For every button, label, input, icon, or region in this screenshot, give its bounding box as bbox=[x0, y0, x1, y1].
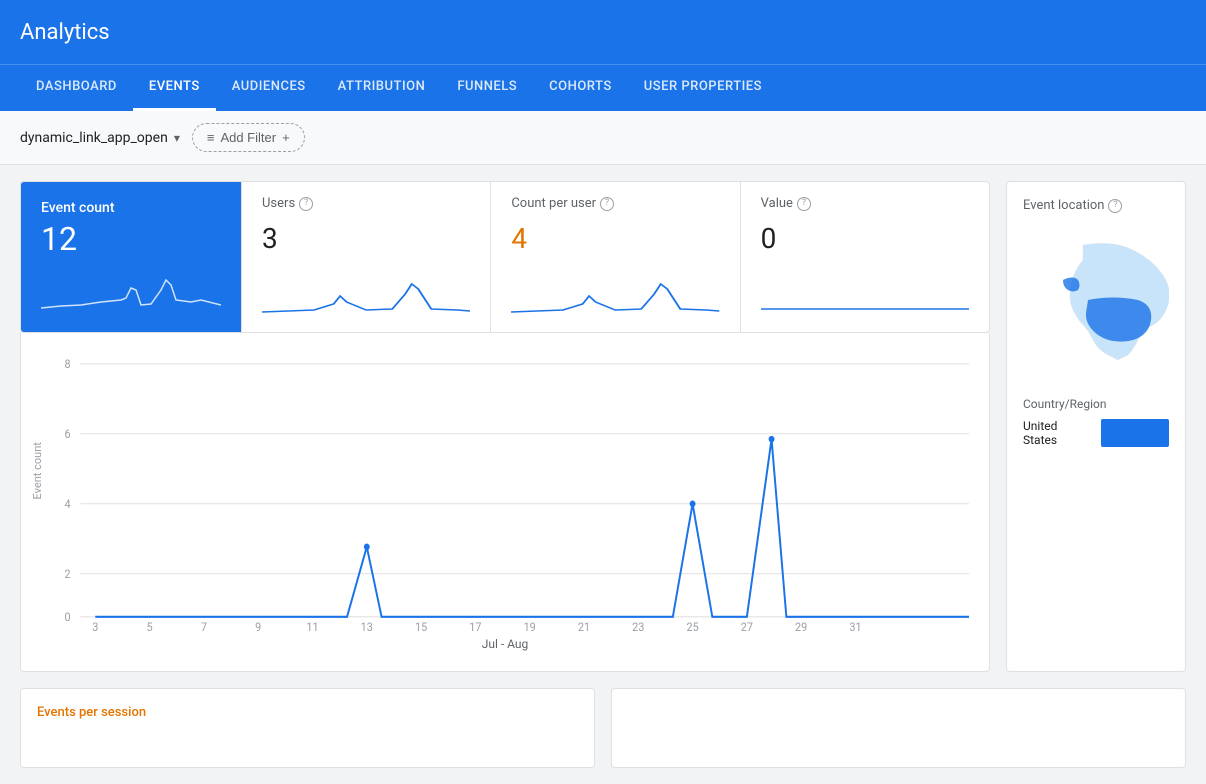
count-per-user-info-icon[interactable]: ? bbox=[600, 197, 614, 211]
chart-area: Event count 8 6 4 2 0 3 5 bbox=[41, 353, 969, 633]
country-region-label: Country/Region bbox=[1023, 397, 1169, 411]
svg-text:25: 25 bbox=[686, 619, 698, 633]
chevron-down-icon: ▾ bbox=[174, 131, 180, 145]
metrics-row: Event count 12 Users ? 3 bbox=[20, 181, 990, 333]
svg-text:4: 4 bbox=[65, 497, 72, 512]
nav-cohorts[interactable]: COHORTS bbox=[533, 65, 628, 111]
count-per-user-label: Count per user ? bbox=[511, 196, 719, 211]
svg-text:29: 29 bbox=[795, 619, 807, 633]
svg-text:2: 2 bbox=[65, 567, 71, 582]
event-location-info-icon[interactable]: ? bbox=[1108, 199, 1122, 213]
main-content: Event count 12 Users ? 3 bbox=[0, 165, 1206, 688]
bottom-panel: Events per session bbox=[0, 688, 1206, 784]
map-placeholder bbox=[1023, 225, 1169, 385]
nav-funnels[interactable]: FUNNELS bbox=[441, 65, 533, 111]
event-count-value: 12 bbox=[41, 220, 221, 258]
count-per-user-sparkline bbox=[511, 274, 719, 318]
svg-text:9: 9 bbox=[255, 619, 261, 633]
svg-text:17: 17 bbox=[469, 619, 481, 633]
plus-icon: + bbox=[282, 130, 290, 145]
svg-text:31: 31 bbox=[849, 619, 861, 633]
nav-audiences[interactable]: AUDIENCES bbox=[216, 65, 322, 111]
event-count-label: Event count bbox=[41, 200, 221, 216]
filter-bar: dynamic_link_app_open ▾ ≡ Add Filter + bbox=[0, 111, 1206, 165]
nav-user-properties[interactable]: USER PROPERTIES bbox=[628, 65, 778, 111]
header: Analytics bbox=[0, 0, 1206, 64]
country-bar-row: United States bbox=[1023, 419, 1169, 447]
events-per-session-card: Events per session bbox=[20, 688, 595, 768]
svg-text:19: 19 bbox=[524, 619, 536, 633]
users-sparkline bbox=[262, 274, 470, 318]
count-per-user-card: Count per user ? 4 bbox=[490, 182, 739, 332]
svg-text:13: 13 bbox=[361, 619, 373, 633]
svg-text:3: 3 bbox=[92, 619, 98, 633]
event-count-card: Event count 12 bbox=[21, 182, 241, 332]
main-nav: DASHBOARD EVENTS AUDIENCES ATTRIBUTION F… bbox=[0, 64, 1206, 111]
count-per-user-value: 4 bbox=[511, 222, 719, 255]
event-count-sparkline bbox=[41, 270, 221, 314]
event-selector[interactable]: dynamic_link_app_open ▾ bbox=[20, 130, 180, 146]
events-per-session-label: Events per session bbox=[37, 705, 578, 720]
value-value: 0 bbox=[761, 222, 969, 255]
left-panel: Event count 12 Users ? 3 bbox=[20, 181, 990, 672]
y-axis-label: Event count bbox=[31, 442, 44, 499]
nav-dashboard[interactable]: DASHBOARD bbox=[20, 65, 133, 111]
svg-text:21: 21 bbox=[578, 619, 590, 633]
nav-attribution[interactable]: ATTRIBUTION bbox=[322, 65, 442, 111]
svg-text:6: 6 bbox=[65, 427, 71, 442]
value-sparkline bbox=[761, 274, 969, 318]
add-filter-label: Add Filter bbox=[220, 130, 276, 145]
svg-text:27: 27 bbox=[741, 619, 753, 633]
svg-text:7: 7 bbox=[201, 619, 207, 633]
nav-events[interactable]: EVENTS bbox=[133, 65, 216, 111]
users-label: Users ? bbox=[262, 196, 470, 211]
users-value: 3 bbox=[262, 222, 470, 255]
country-bar bbox=[1101, 419, 1169, 447]
users-info-icon[interactable]: ? bbox=[299, 197, 313, 211]
users-card: Users ? 3 bbox=[241, 182, 490, 332]
svg-text:23: 23 bbox=[632, 619, 644, 633]
svg-text:11: 11 bbox=[306, 619, 318, 633]
app-title: Analytics bbox=[20, 20, 110, 45]
event-location-title: Event location ? bbox=[1023, 198, 1169, 213]
event-name: dynamic_link_app_open bbox=[20, 130, 168, 146]
right-panel: Event location ? Country/Region United S… bbox=[1006, 181, 1186, 672]
svg-text:8: 8 bbox=[65, 357, 71, 372]
svg-text:5: 5 bbox=[147, 619, 153, 633]
bottom-card-2 bbox=[611, 688, 1186, 768]
filter-icon: ≡ bbox=[207, 130, 215, 145]
svg-text:15: 15 bbox=[415, 619, 427, 633]
country-name: United States bbox=[1023, 419, 1093, 447]
value-info-icon[interactable]: ? bbox=[797, 197, 811, 211]
value-card: Value ? 0 bbox=[740, 182, 989, 332]
value-label: Value ? bbox=[761, 196, 969, 211]
svg-text:0: 0 bbox=[65, 610, 71, 625]
add-filter-button[interactable]: ≡ Add Filter + bbox=[192, 123, 305, 152]
chart-x-label: Jul - Aug bbox=[41, 637, 969, 651]
chart-container: Event count 8 6 4 2 0 3 5 bbox=[20, 333, 990, 672]
